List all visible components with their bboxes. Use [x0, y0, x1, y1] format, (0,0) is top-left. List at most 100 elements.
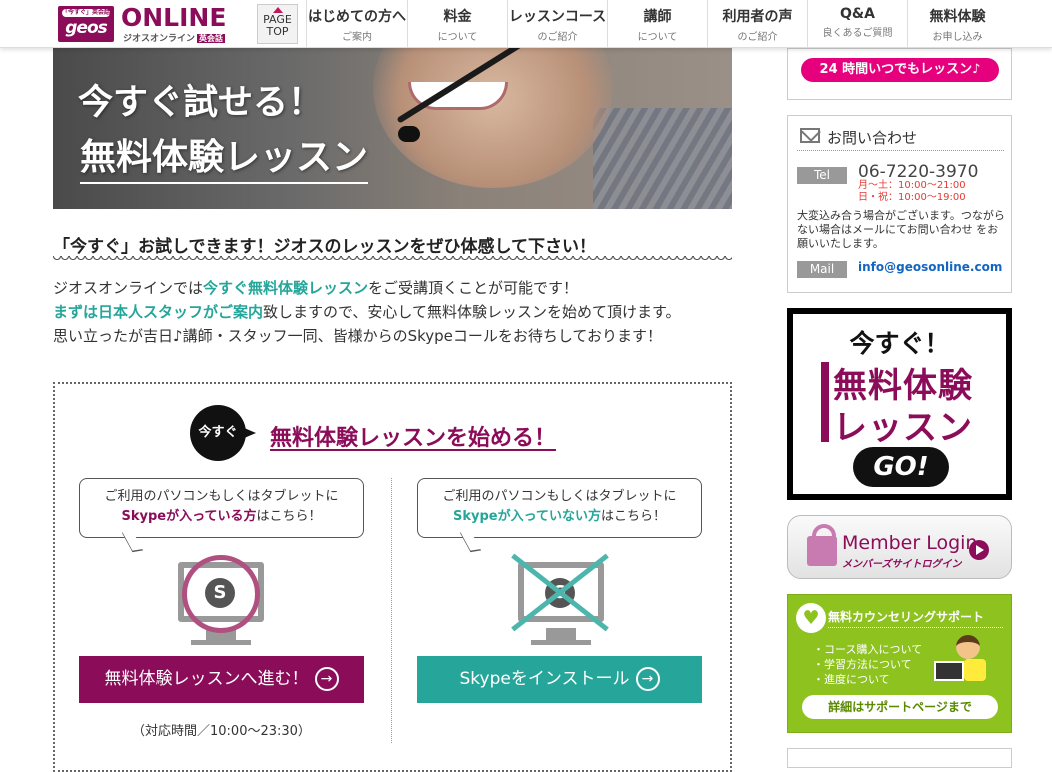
support-hours: （対応時間／10:00〜23:30） [132, 724, 311, 739]
start-trial-button[interactable]: 無料体験レッスンへ進む！ → [79, 656, 364, 703]
go-button[interactable]: GO! [853, 447, 949, 487]
column-divider [391, 478, 392, 743]
bubble-text: ご利用のパソコンもしくはタブレットに [442, 489, 677, 504]
nav-item-free-trial[interactable]: 無料体験 お申し込み [907, 0, 1007, 48]
arrow-right-icon: → [314, 667, 339, 691]
nav-item-faq[interactable]: Q&A 良くあるご質問 [807, 0, 907, 48]
logo-tag: 「今すぐ」英会話 [62, 9, 111, 17]
intro-line-1: ジオスオンラインでは今すぐ無料体験レッスンをご受講頂くことが可能です！ [53, 277, 578, 298]
play-arrow-icon [969, 540, 989, 560]
bubble-highlight: Skypeが入っていない方 [453, 509, 601, 524]
nav-item-beginners[interactable]: はじめての方へ ご案内 [306, 0, 407, 48]
mascot-pc-icon [934, 661, 964, 681]
wavy-divider [53, 256, 732, 264]
logo-online-text[interactable]: ONLINE [121, 3, 226, 32]
mail-icon [800, 128, 820, 143]
mail-address-link[interactable]: info@geosonline.com [858, 260, 1002, 274]
nav-item-testimonials[interactable]: 利用者の声 のご紹介 [707, 0, 807, 48]
heart-icon: ♥ [796, 603, 826, 633]
go-banner-line3: レッスン [833, 408, 973, 448]
monitor-base-icon [191, 640, 251, 645]
logo-sub-text: ジオスオンライン [123, 34, 196, 44]
nav-sub-label: について [637, 32, 678, 43]
nav-item-pricing[interactable]: 料金 について [407, 0, 507, 48]
cta-label: 無料体験レッスンへ進む！ [104, 669, 309, 689]
intro-line-3: 思い立ったが吉日♪講師・スタッフ一同、皆様からのSkypeコールをお待ちしており… [53, 327, 662, 345]
site-header: 「今すぐ」英会話 geos ONLINE ジオスオンライン 英会話 PAGE TO… [0, 0, 1052, 48]
intro-highlight: 今すぐ無料体験レッスン [203, 279, 369, 297]
nav-main-label: 料金 [443, 9, 472, 25]
nav-main-label: 無料体験 [929, 9, 986, 25]
member-login-button[interactable]: Member Login メンバーズサイトログイン [787, 515, 1012, 579]
tel-label: Tel [797, 167, 847, 184]
login-title: Member Login [842, 532, 978, 554]
nav-sub-label: 良くあるご質問 [822, 28, 893, 39]
contact-divider [797, 150, 1004, 151]
imasugu-badge: 今すぐ [190, 405, 256, 461]
support-item: ・進度について [813, 673, 890, 686]
sidebar-next-box [787, 748, 1012, 768]
page-top-button[interactable]: PAGE TOP [257, 4, 298, 44]
mascot-head-icon [956, 635, 980, 659]
hero-title-line1: 今すぐ試せる！ [78, 83, 324, 123]
nav-main-label: 講師 [643, 9, 672, 25]
section-heading: 「今すぐ」お試しできます！ジオスのレッスンをぜひ体感して下さい！ [53, 237, 596, 257]
speech-bubble-no-skype: ご利用のパソコンもしくはタブレットに Skypeが入っていない方はこちら！ [417, 478, 702, 538]
free-trial-go-banner[interactable]: 今すぐ！ 無料体験 レッスン GO! [787, 308, 1012, 500]
nav-sub-label: について [437, 32, 478, 43]
intro-text: をご受講頂くことが可能です！ [368, 279, 579, 297]
contact-note: 大変込み合う場合がございます。つながらない場合はメールにてお問い合わせ をお願い… [797, 209, 1005, 250]
start-trial-title[interactable]: 無料体験レッスンを始める！ [270, 420, 556, 452]
install-skype-button[interactable]: Skypeをインストール → [417, 656, 702, 703]
mascot-body-icon [964, 659, 986, 681]
logo-geos: geos [65, 18, 108, 38]
nav-main-label: はじめての方へ [308, 9, 406, 25]
bubble-highlight: Skypeが入っている方 [121, 509, 257, 524]
bubble-text: はこちら！ [256, 509, 322, 524]
tel-hours-weekday: 月〜土：10:00〜21:00 [858, 180, 966, 191]
go-banner-accent [821, 362, 829, 442]
nav-main-label: 利用者の声 [722, 9, 793, 25]
skype-icon: S [205, 578, 235, 608]
arrow-right-icon: → [635, 667, 660, 691]
hero-shirt-image [593, 108, 732, 209]
support-mascot-image [934, 635, 994, 685]
intro-text: 致しますので、安心して無料体験レッスンを始めて頂けます。 [263, 303, 681, 321]
go-banner-line1: 今すぐ！ [849, 329, 950, 358]
tel-hours-holiday: 日・祝：10:00〜19:00 [858, 192, 966, 203]
nav-sub-label: のご紹介 [537, 32, 578, 43]
intro-highlight: まずは日本人スタッフがご案内 [53, 303, 264, 321]
mail-label: Mail [797, 261, 847, 278]
logo-subtitle: ジオスオンライン 英会話 [123, 31, 226, 44]
lock-icon [807, 524, 837, 566]
counseling-support-box: ♥ 無料カウンセリングサポート ・コース購入について ・学習方法について ・進度… [787, 594, 1012, 733]
speech-bubble-has-skype: ご利用のパソコンもしくはタブレットに Skypeが入っている方はこちら！ [79, 478, 364, 538]
nav-sub-label: のご紹介 [737, 32, 778, 43]
logo[interactable]: 「今すぐ」英会話 geos [58, 6, 114, 42]
page-top-line2: TOP [266, 25, 289, 38]
support-divider [828, 627, 1003, 628]
nav-main-label: Q&A [840, 6, 875, 22]
contact-title: お問い合わせ [827, 129, 918, 147]
support-item: ・コース購入について [813, 643, 923, 656]
tel-number[interactable]: 06-7220-3970 [858, 162, 978, 182]
login-subtitle: メンバーズサイトログイン [842, 559, 962, 570]
intro-line-2: まずは日本人スタッフがご案内致しますので、安心して無料体験レッスンを始めて頂けま… [53, 301, 680, 322]
nav-sub-label: ご案内 [342, 32, 372, 43]
nav-sub-label: お申し込み [932, 32, 983, 43]
cta-label: Skypeをインストール [459, 669, 630, 689]
bubble-text: はこちら！ [600, 509, 666, 524]
support-title: 無料カウンセリングサポート [828, 610, 985, 624]
intro-text: ジオスオンラインでは [53, 279, 204, 297]
hero-face-image [373, 48, 613, 188]
bubble-text: ご利用のパソコンもしくはタブレットに [104, 489, 339, 504]
support-item: ・学習方法について [813, 658, 912, 671]
hero-banner: 今すぐ試せる！ 無料体験レッスン [53, 48, 732, 209]
24h-lesson-pill[interactable]: 24 時間いつでもレッスン♪ [801, 58, 999, 82]
headset-mic-end-icon [398, 126, 420, 142]
nav-item-courses[interactable]: レッスンコース のご紹介 [507, 0, 607, 48]
support-page-button[interactable]: 詳細はサポートページまで [802, 695, 998, 719]
nav-item-teachers[interactable]: 講師 について [607, 0, 707, 48]
monitor-base-icon [531, 640, 591, 645]
hero-title-line2: 無料体験レッスン [80, 128, 369, 184]
